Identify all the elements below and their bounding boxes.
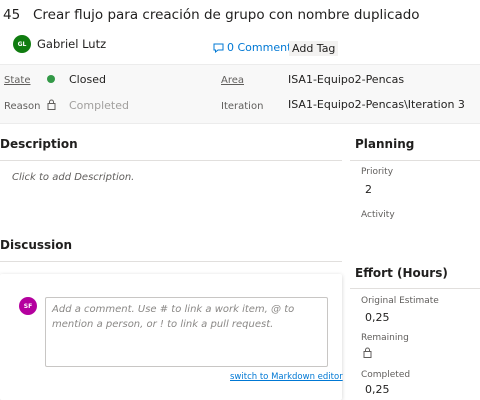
original-estimate-value[interactable]: 0,25 [365,311,390,324]
owner-name[interactable]: Gabriel Lutz [37,37,106,51]
comments-count: 0 Comments [227,41,298,54]
current-user-avatar: SF [19,297,37,315]
area-label: Area [221,75,245,86]
owner-avatar: GL [13,35,31,53]
description-title: Description [0,137,78,151]
add-tag-button[interactable]: Add Tag [289,41,339,56]
planning-title: Planning [355,137,415,151]
reason-value: Completed [69,99,129,112]
remaining-lock-icon [363,347,372,358]
priority-value[interactable]: 2 [365,183,372,196]
iteration-label: Iteration [221,101,264,112]
effort-divider [350,288,480,289]
remaining-label: Remaining [361,333,409,343]
state-value[interactable]: Closed [69,73,106,86]
planning-divider [350,160,480,161]
activity-label: Activity [361,210,395,220]
completed-label: Completed [361,370,411,380]
state-label: State [4,75,31,86]
area-value[interactable]: ISA1-Equipo2-Pencas [288,73,404,86]
iteration-value[interactable]: ISA1-Equipo2-Pencas\Iteration 3 [288,98,465,111]
lock-icon [47,99,56,110]
effort-title: Effort (Hours) [355,266,448,280]
state-dot-icon [47,75,55,83]
discussion-divider [0,261,342,262]
original-estimate-label: Original Estimate [361,296,439,306]
completed-value[interactable]: 0,25 [365,383,390,396]
activity-value[interactable] [365,226,475,240]
markdown-editor-link[interactable]: switch to Markdown editor [230,372,343,382]
comments-link[interactable]: 0 Comments [213,41,297,54]
reason-label: Reason [4,101,41,112]
description-divider [0,160,342,161]
discussion-title: Discussion [0,238,73,252]
comment-input[interactable]: Add a comment. Use # to link a work item… [45,297,328,367]
work-item-title[interactable]: Crear flujo para creación de grupo con n… [33,7,420,23]
priority-label: Priority [361,167,394,177]
description-placeholder[interactable]: Click to add Description. [12,172,134,183]
comment-icon [213,43,224,53]
work-item-id: 45 [3,7,21,23]
